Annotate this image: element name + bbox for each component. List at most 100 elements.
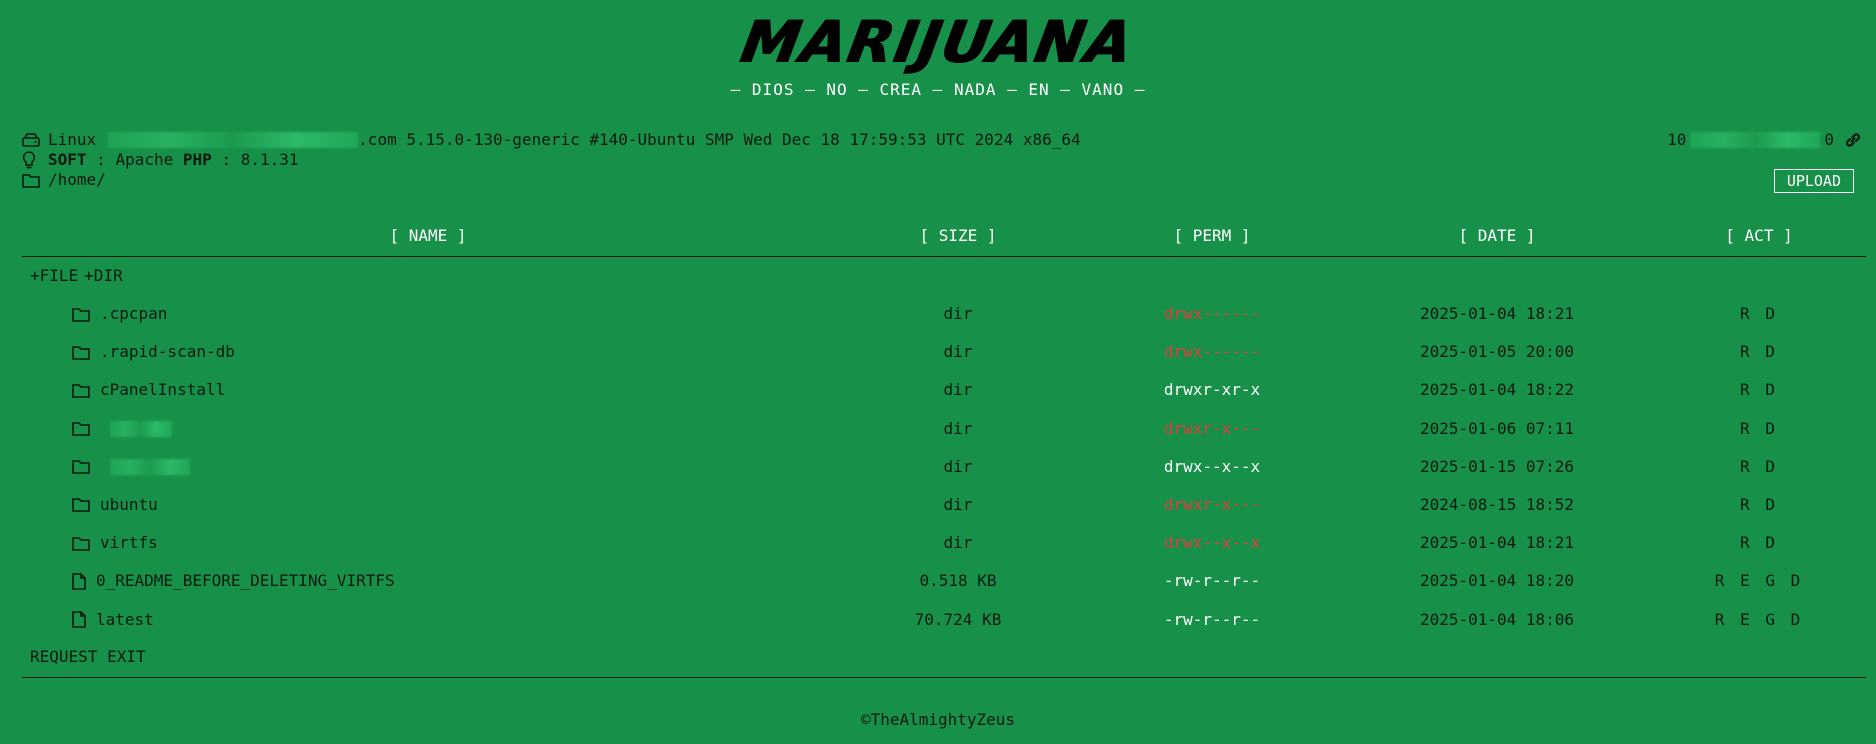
folder-icon [72, 345, 90, 360]
php-label: PHP [182, 150, 212, 169]
file-permissions[interactable]: -rw-r--r-- [1082, 562, 1342, 600]
file-name-cell[interactable]: cPanelInstall [72, 371, 225, 409]
file-actions[interactable]: R E G D [1652, 562, 1866, 600]
file-permissions[interactable]: drwx--x--x [1082, 524, 1342, 562]
kernel-info: .com 5.15.0-130-generic #140-Ubuntu SMP … [358, 130, 1081, 149]
ip-suffix: 0 [1824, 130, 1834, 149]
system-info: Linux .com 5.15.0-130-generic #140-Ubunt… [22, 130, 1862, 190]
file-date[interactable]: 2025-01-04 18:22 [1342, 371, 1652, 409]
file-date[interactable]: 2025-01-06 07:11 [1342, 410, 1652, 448]
folder-icon [22, 173, 48, 188]
path-row: /home/ [22, 170, 1862, 190]
file-date[interactable]: 2025-01-05 20:00 [1342, 333, 1652, 371]
file-size: 0.518 KB [919, 571, 997, 591]
file-date[interactable]: 2024-08-15 18:52 [1342, 486, 1652, 524]
file-name-cell[interactable]: .rapid-scan-db [72, 333, 235, 371]
file-size: dir [943, 418, 973, 438]
file-date[interactable]: 2025-01-04 18:06 [1342, 601, 1652, 639]
folder-icon [72, 421, 90, 436]
file-name-cell[interactable]: virtfs [72, 524, 158, 562]
file-size: dir [943, 494, 973, 514]
file-actions[interactable]: R D [1652, 448, 1866, 486]
hard-drive-icon [22, 133, 48, 147]
copyright: ©TheAlmightyZeus [860, 710, 1016, 729]
create-row: +FILE +DIR [22, 257, 1866, 295]
header-act: [ ACT ] [1725, 226, 1793, 245]
file-name-cell[interactable]: .cpcpan [72, 295, 167, 333]
file-name[interactable]: 0_README_BEFORE_DELETING_VIRTFS [96, 562, 395, 600]
file-date[interactable]: 2025-01-04 18:21 [1342, 524, 1652, 562]
file-permissions[interactable]: drwx--x--x [1082, 448, 1342, 486]
folder-icon [72, 497, 90, 513]
file-permissions[interactable]: drwxr-x--- [1082, 410, 1342, 448]
file-permissions[interactable]: -rw-r--r-- [1082, 601, 1342, 639]
table-row: 0_README_BEFORE_DELETING_VIRTFS 0.518 KB -… [22, 562, 1866, 600]
folder-icon [72, 459, 90, 475]
file-permissions[interactable]: drwxr-x--- [1082, 486, 1342, 524]
table-bottom-divider [22, 676, 1866, 678]
file-permissions[interactable]: drwxr-xr-x [1082, 371, 1342, 409]
table-row: virtfs dir drwx--x--x 2025-01-04 18:21 R D [22, 524, 1866, 562]
link-icon[interactable] [1844, 131, 1862, 149]
php-sep: : [221, 150, 232, 169]
upload-button[interactable]: UPLOAD [1773, 169, 1854, 193]
file-name-cell[interactable]: latest [72, 601, 154, 639]
file-size: dir [943, 533, 973, 553]
server-ip: 10 0 [1667, 130, 1862, 150]
folder-icon [72, 307, 90, 322]
redacted-hostname [108, 132, 359, 148]
table-row: .rapid-scan-db dir drwx------ 2025-01-05 20… [22, 333, 1866, 371]
file-permissions[interactable]: drwx------ [1082, 333, 1342, 371]
file-name[interactable]: cPanelInstall [100, 371, 225, 409]
file-name-cell[interactable]: ubuntu [72, 486, 158, 524]
header-name: [ NAME ] [389, 226, 467, 245]
new-file-link[interactable]: +FILE [30, 266, 78, 285]
header-perm: [ PERM ] [1173, 226, 1251, 245]
redacted-name [110, 420, 172, 437]
file-size: 70.724 KB [914, 609, 1002, 629]
redacted-name [110, 458, 190, 475]
os-info-row: Linux .com 5.15.0-130-generic #140-Ubunt… [22, 130, 1862, 150]
file-name[interactable]: ubuntu [100, 486, 158, 524]
file-name-cell[interactable]: 0_README_BEFORE_DELETING_VIRTFS [72, 562, 395, 600]
file-size: dir [943, 342, 973, 362]
table-row: dir drwxr-x--- 2025-01-06 07:11 R D [22, 410, 1866, 448]
file-date[interactable]: 2025-01-04 18:21 [1342, 295, 1652, 333]
table-row: latest 70.724 KB -rw-r--r-- 2025-01-04 18:0… [22, 601, 1866, 639]
redacted-ip [1690, 132, 1821, 148]
file-date[interactable]: 2025-01-04 18:20 [1342, 562, 1652, 600]
file-name-cell[interactable] [72, 410, 172, 448]
file-name-cell[interactable] [72, 448, 190, 486]
file-name[interactable]: .rapid-scan-db [100, 333, 235, 371]
file-actions[interactable]: R D [1652, 486, 1866, 524]
new-dir-link[interactable]: +DIR [84, 266, 123, 285]
current-path[interactable]: /home/ [48, 170, 106, 190]
file-actions[interactable]: R D [1652, 524, 1866, 562]
php-version: 8.1.31 [240, 150, 299, 169]
lightbulb-icon [22, 151, 48, 169]
soft-sep: : [96, 150, 106, 169]
file-size: dir [943, 304, 973, 323]
file-permissions[interactable]: drwx------ [1082, 295, 1342, 333]
file-size: dir [943, 380, 973, 400]
soft-label: SOFT [48, 150, 87, 169]
file-actions[interactable]: R D [1652, 295, 1866, 333]
file-icon [72, 611, 86, 628]
table-row: cPanelInstall dir drwxr-xr-x 2025-01-04 18:… [22, 371, 1866, 409]
header-size: [ SIZE ] [919, 226, 997, 245]
file-name[interactable]: latest [96, 601, 154, 639]
file-size: dir [943, 456, 973, 476]
file-actions[interactable]: R D [1652, 333, 1866, 371]
ip-prefix: 10 [1667, 130, 1687, 149]
file-table: [ NAME ] [ SIZE ] [ PERM ] [ DATE ] [ AC… [22, 224, 1866, 678]
file-name[interactable]: .cpcpan [100, 295, 167, 333]
table-row: ubuntu dir drwxr-x--- 2024-08-15 18:52 R D [22, 486, 1866, 524]
file-date[interactable]: 2025-01-15 07:26 [1342, 448, 1652, 486]
request-exit-link[interactable]: REQUEST EXIT [22, 639, 1866, 675]
file-actions[interactable]: R D [1652, 371, 1866, 409]
file-name[interactable]: virtfs [100, 524, 158, 562]
file-actions[interactable]: R D [1652, 410, 1866, 448]
file-actions[interactable]: R E G D [1652, 601, 1866, 639]
header-date: [ DATE ] [1458, 226, 1536, 245]
file-manager-page: MARIJUANA — DIOS — NO — CREA — NADA — EN… [0, 0, 1876, 744]
